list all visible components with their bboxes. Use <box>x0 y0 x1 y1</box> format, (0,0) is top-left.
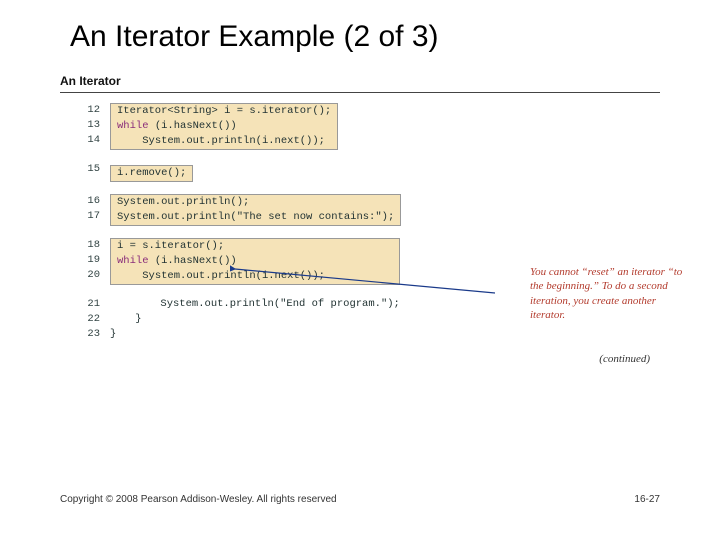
code-box: i.remove(); <box>110 165 193 182</box>
code-box: i = s.iterator(); while (i.hasNext()) Sy… <box>110 238 400 285</box>
code-line: } <box>110 327 660 342</box>
line-number: 20 <box>60 268 100 283</box>
code-block: 12 13 14 Iterator<String> i = s.iterator… <box>60 103 660 150</box>
continued-label: (continued) <box>599 353 650 365</box>
code-line: Iterator<String> i = s.iterator(); <box>117 104 331 119</box>
code-line: while (i.hasNext()) <box>117 119 331 134</box>
divider <box>60 92 660 93</box>
annotation-callout: You cannot “reset” an iterator “to the b… <box>530 265 690 322</box>
line-gutter: 21 22 23 <box>60 297 110 342</box>
line-gutter: 16 17 <box>60 194 110 226</box>
footer-page-number: 16-27 <box>634 494 660 505</box>
code-block: 16 17 System.out.println(); System.out.p… <box>60 194 660 226</box>
code-column: System.out.println(); System.out.println… <box>110 194 660 226</box>
line-gutter: 18 19 20 <box>60 238 110 285</box>
line-gutter: 12 13 14 <box>60 103 110 150</box>
line-number: 19 <box>60 253 100 268</box>
line-gutter: 15 <box>60 162 110 182</box>
line-number: 17 <box>60 209 100 224</box>
slide: An Iterator Example (2 of 3) An Iterator… <box>0 0 720 540</box>
line-number: 12 <box>60 103 100 118</box>
code-line: i.remove(); <box>117 166 186 181</box>
line-number: 16 <box>60 194 100 209</box>
code-line: i = s.iterator(); <box>117 239 393 254</box>
code-area: 12 13 14 Iterator<String> i = s.iterator… <box>60 103 660 342</box>
code-figure: An Iterator 12 13 14 Iterator<String> i … <box>60 74 660 342</box>
code-column: i.remove(); <box>110 162 660 182</box>
line-number: 13 <box>60 118 100 133</box>
figure-heading: An Iterator <box>60 74 660 88</box>
code-line: while (i.hasNext()) <box>117 254 393 269</box>
line-number: 23 <box>60 327 100 342</box>
code-box: System.out.println(); System.out.println… <box>110 194 401 226</box>
code-line: System.out.println(i.next()); <box>117 269 393 284</box>
line-number: 22 <box>60 312 100 327</box>
footer-copyright: Copyright © 2008 Pearson Addison-Wesley.… <box>60 494 337 505</box>
line-number: 21 <box>60 297 100 312</box>
code-column: Iterator<String> i = s.iterator(); while… <box>110 103 660 150</box>
code-box: Iterator<String> i = s.iterator(); while… <box>110 103 338 150</box>
page-title: An Iterator Example (2 of 3) <box>70 20 660 54</box>
code-block: 15 i.remove(); <box>60 162 660 182</box>
code-line: System.out.println(); <box>117 195 394 210</box>
code-line: System.out.println(i.next()); <box>117 134 331 149</box>
line-number: 15 <box>60 162 100 177</box>
code-line: System.out.println("The set now contains… <box>117 210 394 225</box>
line-number: 18 <box>60 238 100 253</box>
line-number: 14 <box>60 133 100 148</box>
